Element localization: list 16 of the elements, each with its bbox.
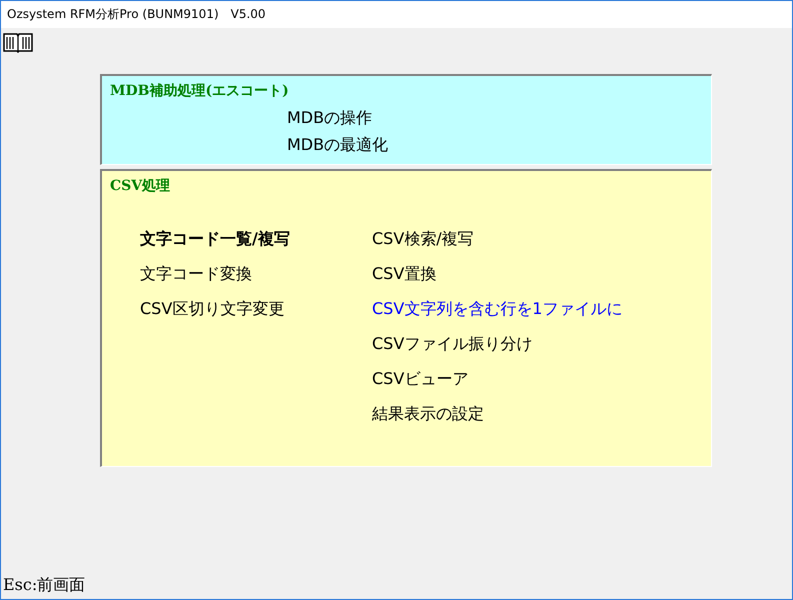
menu-item[interactable]: 結果表示の設定	[372, 396, 484, 431]
menu-item[interactable]: 文字コード変換	[140, 256, 252, 291]
menu-item[interactable]: CSVビューア	[372, 361, 468, 396]
book-icon[interactable]	[2, 31, 34, 53]
menu-item[interactable]: MDBの最適化	[287, 131, 388, 158]
section-title: MDB補助処理(エスコート)	[110, 82, 290, 100]
window-title: Ozsystem RFM分析Pro (BUNM9101) V5.00	[7, 6, 266, 23]
section-title: CSV処理	[110, 177, 172, 195]
menu-item[interactable]: CSV検索/複写	[372, 221, 474, 256]
menu-item[interactable]: CSV区切り文字変更	[140, 291, 284, 326]
menu-item[interactable]: CSVファイル振り分け	[372, 326, 532, 361]
menu-item[interactable]: MDBの操作	[287, 104, 372, 131]
menu-item[interactable]: CSV文字列を含む行を1ファイルに	[372, 291, 622, 326]
menu-item[interactable]: 文字コード一覧/複写	[140, 221, 290, 256]
menu-item[interactable]: CSV置換	[372, 256, 436, 291]
status-hint: Esc:前画面	[3, 575, 86, 596]
